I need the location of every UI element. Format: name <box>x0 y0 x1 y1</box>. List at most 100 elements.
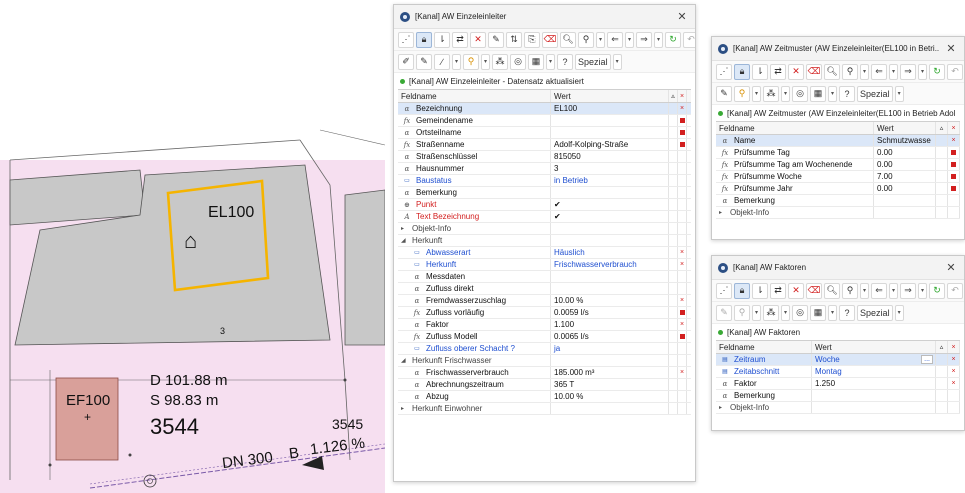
back-icon[interactable]: ⇐ <box>607 31 623 48</box>
table-row[interactable]: α Fremdwasserzuschlag 10.00 % × <box>398 295 691 307</box>
section-objekt-info[interactable]: ▸ Objekt-Info <box>716 402 960 414</box>
titlebar[interactable]: [Kanal] AW Einzeleinleiter ✕ <box>394 5 695 29</box>
pencil-icon[interactable]: ✎ <box>716 304 732 321</box>
col-wert[interactable]: Wert <box>874 122 936 134</box>
lock-icon[interactable]: 🔒︎ <box>734 63 750 80</box>
col-feldname[interactable]: Feldname <box>716 122 874 134</box>
field-value[interactable]: Montag <box>812 366 936 377</box>
network-icon[interactable]: ⁂ <box>763 304 780 321</box>
table-row[interactable]: α Bemerkung <box>398 187 691 199</box>
field-value[interactable]: Frischwasserverbrauch <box>551 259 669 270</box>
field-value[interactable] <box>551 187 669 198</box>
back-icon[interactable]: ⇐ <box>871 282 887 299</box>
field-value[interactable]: 0.0065 l/s <box>551 331 669 342</box>
help-icon[interactable]: ? <box>557 53 574 70</box>
table-row[interactable]: α Faktor 1.100 × <box>398 319 691 331</box>
delete-icon[interactable]: ✕ <box>470 31 486 48</box>
forward-icon[interactable]: ⇒ <box>636 31 652 48</box>
field-value[interactable]: ja <box>551 343 669 354</box>
table-row[interactable]: fx Prüfsumme Tag am Wochenende 0.00 <box>716 159 960 171</box>
network-icon[interactable]: ⁂ <box>492 53 509 70</box>
undo-icon[interactable]: ↶ <box>947 282 963 299</box>
line-dropdown-icon[interactable]: ▾ <box>452 53 462 70</box>
section-objekt-info[interactable]: ▸ Objekt-Info <box>716 207 960 219</box>
field-value[interactable]: 1.250 <box>812 378 936 389</box>
close-icon[interactable]: ✕ <box>944 261 958 274</box>
refresh-icon[interactable]: ↻ <box>665 31 681 48</box>
col-sort-icon[interactable]: ▵ <box>936 122 948 134</box>
field-value[interactable]: 815050 <box>551 151 669 162</box>
help-icon[interactable]: ? <box>839 85 856 102</box>
field-value[interactable] <box>812 390 936 401</box>
erase-icon[interactable]: ⌫ <box>542 31 558 48</box>
refresh-icon[interactable]: ↻ <box>929 282 945 299</box>
find-icon[interactable]: 🔍︎ <box>824 282 840 299</box>
lock-icon[interactable]: 🔒︎ <box>416 31 432 48</box>
table-row[interactable]: fx Gemeindename <box>398 115 691 127</box>
erase-icon[interactable]: ⌫ <box>806 282 822 299</box>
field-value[interactable]: Adolf-Kolping-Straße <box>551 139 669 150</box>
tree-icon[interactable]: ⋰ <box>398 31 414 48</box>
map-view-icon[interactable]: ◎ <box>510 53 527 70</box>
table-row[interactable]: ▭ Abwasserart Häuslich × <box>398 247 691 259</box>
back-icon[interactable]: ⇐ <box>871 63 887 80</box>
spezial-dropdown-icon[interactable]: ▾ <box>612 53 622 70</box>
field-value[interactable]: in Betrieb <box>551 175 669 186</box>
col-wert[interactable]: Wert <box>812 341 936 353</box>
pin-dropdown-icon[interactable]: ▾ <box>752 85 762 102</box>
sort-icon[interactable]: ⇅ <box>506 31 522 48</box>
field-value[interactable]: Häuslich <box>551 247 669 258</box>
erase-icon[interactable]: ⌫ <box>806 63 822 80</box>
table-row[interactable]: A Text Bezeichnung ✔ <box>398 211 691 223</box>
pin-dropdown-icon[interactable]: ▾ <box>481 53 491 70</box>
close-icon[interactable]: ✕ <box>944 42 958 55</box>
table-dropdown-icon[interactable]: ▾ <box>828 85 838 102</box>
swap-icon[interactable]: ⇄ <box>770 282 786 299</box>
undo-icon[interactable]: ↶ <box>947 63 963 80</box>
field-value[interactable]: 1.100 <box>551 319 669 330</box>
field-value[interactable]: ✔ <box>551 199 669 210</box>
field-value[interactable]: Schmutzwasse <box>874 135 936 146</box>
table-row[interactable]: ⊕ Punkt ✔ <box>398 199 691 211</box>
zeitraum-picker-button[interactable]: ... <box>921 355 933 364</box>
binoculars-icon[interactable]: ⚲ <box>842 63 858 80</box>
section-objekt-info[interactable]: ▸ Objekt-Info <box>398 223 691 235</box>
back-dropdown-icon[interactable]: ▾ <box>625 31 634 48</box>
field-value[interactable]: Woche... <box>812 354 936 365</box>
pin-icon[interactable]: ⚲ <box>734 304 750 321</box>
field-value[interactable]: 0.00 <box>874 159 936 170</box>
table-row[interactable]: α Ortsteilname <box>398 127 691 139</box>
forward-dropdown-icon[interactable]: ▾ <box>918 63 927 80</box>
pin-dropdown-icon[interactable]: ▾ <box>752 304 762 321</box>
filter-icon[interactable]: ⇂ <box>434 31 450 48</box>
table-dropdown-icon[interactable]: ▾ <box>828 304 838 321</box>
spezial-dropdown-icon[interactable]: ▾ <box>894 304 904 321</box>
network-dropdown-icon[interactable]: ▾ <box>781 85 791 102</box>
field-value[interactable]: 10.00 % <box>551 295 669 306</box>
back-dropdown-icon[interactable]: ▾ <box>889 282 898 299</box>
field-value[interactable] <box>551 271 669 282</box>
field-value[interactable]: EL100 <box>551 103 669 114</box>
table-icon[interactable]: ▦ <box>528 53 545 70</box>
table-row[interactable]: ▤ Zeitabschnitt Montag × <box>716 366 960 378</box>
network-dropdown-icon[interactable]: ▾ <box>781 304 791 321</box>
binoculars-dropdown-icon[interactable]: ▾ <box>596 31 605 48</box>
table-row[interactable]: α Hausnummer 3 <box>398 163 691 175</box>
col-wert[interactable]: Wert <box>551 90 669 102</box>
close-icon[interactable]: ✕ <box>675 10 689 23</box>
table-icon[interactable]: ▦ <box>810 85 827 102</box>
find-icon[interactable]: 🔍︎ <box>824 63 840 80</box>
tree-icon[interactable]: ⋰ <box>716 63 732 80</box>
field-value[interactable] <box>874 195 936 206</box>
table-row[interactable]: α Name Schmutzwasse × <box>716 135 960 147</box>
delete-icon[interactable]: ✕ <box>788 282 804 299</box>
field-value[interactable]: 0.00 <box>874 183 936 194</box>
line-icon[interactable]: ∕ <box>434 53 450 70</box>
help-icon[interactable]: ? <box>839 304 856 321</box>
table-row[interactable]: α Frischwasserverbrauch 185.000 m³ × <box>398 367 691 379</box>
table-row[interactable]: α Abzug 10.00 % <box>398 391 691 403</box>
table-row[interactable]: fx Prüfsumme Jahr 0.00 <box>716 183 960 195</box>
table-row[interactable]: α Abrechnungszeitraum 365 T <box>398 379 691 391</box>
binoculars-dropdown-icon[interactable]: ▾ <box>860 282 869 299</box>
table-row[interactable]: ▭ Herkunft Frischwasserverbrauch × <box>398 259 691 271</box>
